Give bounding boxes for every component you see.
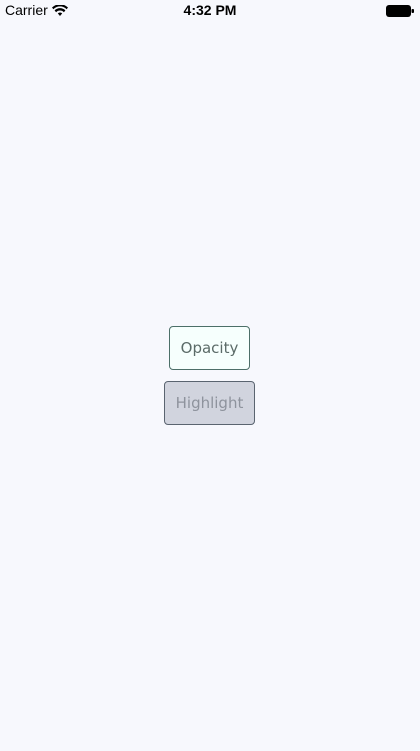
- content-area: Opacity Highlight: [0, 0, 420, 751]
- highlight-button[interactable]: Highlight: [164, 381, 255, 425]
- opacity-button[interactable]: Opacity: [169, 326, 250, 370]
